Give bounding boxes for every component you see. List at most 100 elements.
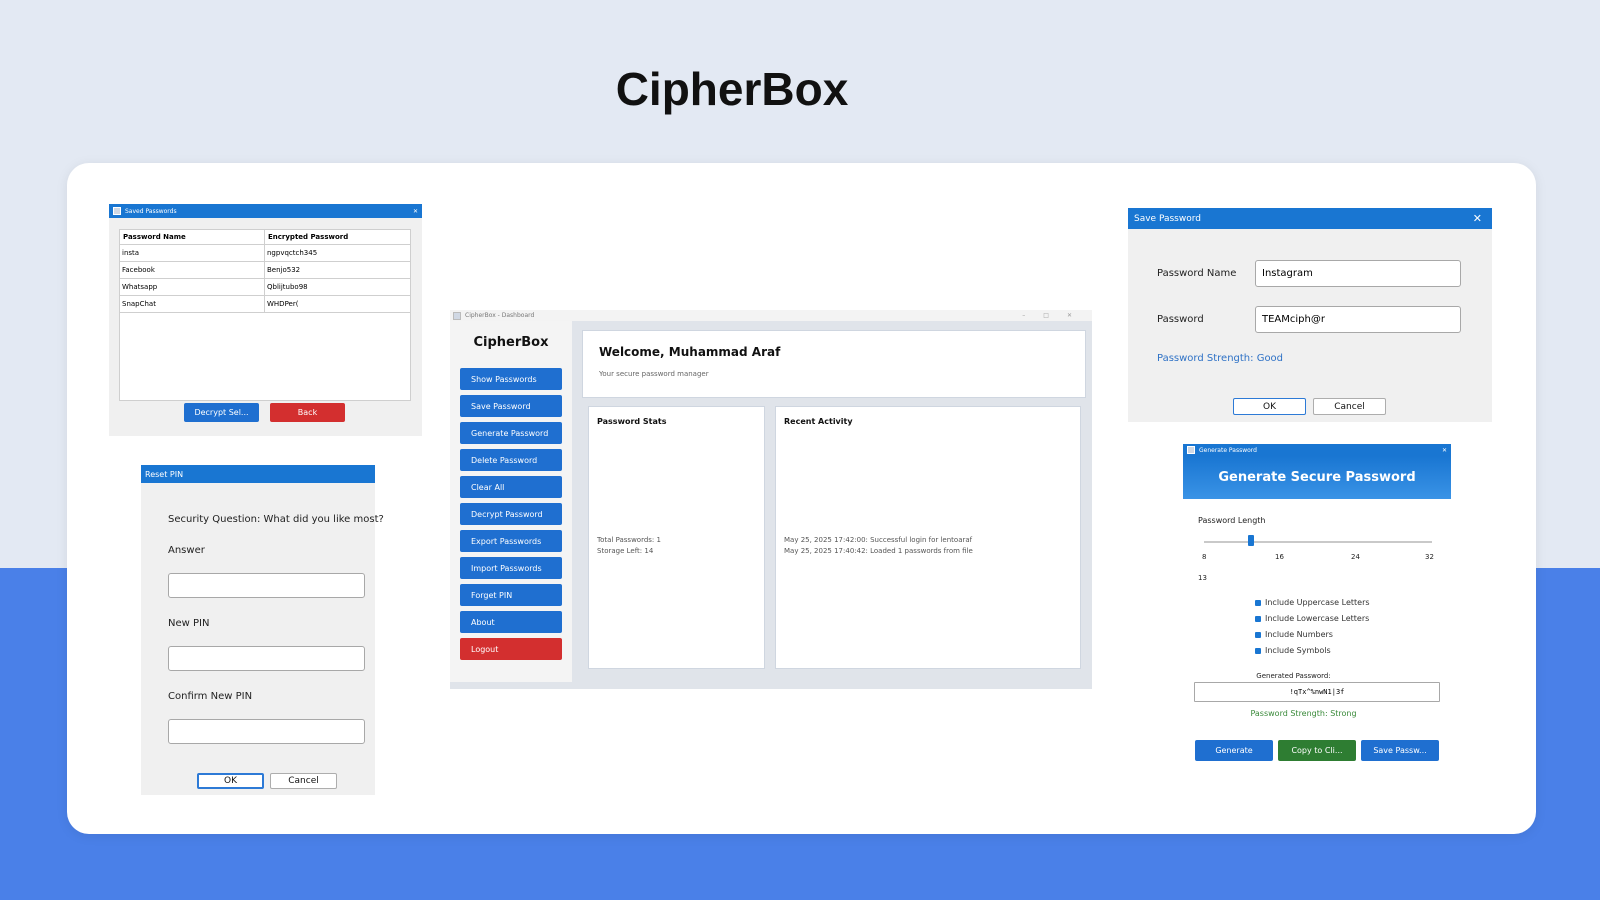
sidebar-item-logout[interactable]: Logout xyxy=(460,638,562,660)
checkbox-checked-icon[interactable] xyxy=(1255,631,1261,638)
option-lowercase[interactable]: Include Lowercase Letters xyxy=(1255,614,1369,623)
length-slider-track[interactable] xyxy=(1204,541,1432,543)
welcome-subtitle: Your secure password manager xyxy=(599,370,709,378)
table-row[interactable]: Facebook Benjo532 xyxy=(119,261,411,279)
sidebar-item-decrypt-password[interactable]: Decrypt Password xyxy=(460,503,562,525)
table-row[interactable]: insta ngpvqctch345 xyxy=(119,244,411,262)
cancel-button[interactable]: Cancel xyxy=(1313,398,1386,415)
password-strength: Password Strength: Good xyxy=(1157,353,1284,364)
checkbox-checked-icon[interactable] xyxy=(1255,599,1261,606)
ok-button[interactable]: OK xyxy=(197,773,264,789)
option-numbers[interactable]: Include Numbers xyxy=(1255,630,1333,639)
password-stats-panel: Password Stats Total Passwords: 1 Storag… xyxy=(588,406,765,669)
slider-tick-label: 16 xyxy=(1275,553,1284,561)
generate-button[interactable]: Generate xyxy=(1195,740,1273,761)
save-password-window: Save Password ✕ Password Name Instagram … xyxy=(1128,208,1492,422)
option-label: Include Numbers xyxy=(1265,630,1333,639)
reset-window-title: Reset PIN xyxy=(145,469,184,479)
generated-strength: Password Strength: Strong xyxy=(1250,709,1357,718)
row-name: insta xyxy=(119,244,265,262)
copy-to-clipboard-button[interactable]: Copy to Cli... xyxy=(1278,740,1356,761)
password-name-field[interactable]: Instagram xyxy=(1255,260,1461,287)
row-encrypted: ngpvqctch345 xyxy=(264,244,411,262)
saved-window-title: Saved Passwords xyxy=(125,207,177,215)
close-icon[interactable]: ✕ xyxy=(1473,212,1488,225)
app-icon xyxy=(453,311,461,320)
recent-activity-panel: Recent Activity May 25, 2025 17:42:00: S… xyxy=(775,406,1081,669)
dashboard-window: CipherBox - Dashboard –□✕ CipherBox Show… xyxy=(450,310,1092,689)
row-encrypted: WHDPer( xyxy=(264,295,411,313)
save-password-button[interactable]: Save Passw... xyxy=(1361,740,1439,761)
length-label: Password Length xyxy=(1198,516,1266,525)
decrypt-selected-button[interactable]: Decrypt Sel... xyxy=(184,403,259,422)
length-slider-thumb[interactable] xyxy=(1248,535,1255,546)
security-question: Security Question: What did you like mos… xyxy=(168,514,384,525)
password-name-label: Password Name xyxy=(1157,268,1237,279)
slider-tick-label: 24 xyxy=(1351,553,1360,561)
sidebar-item-export-passwords[interactable]: Export Passwords xyxy=(460,530,562,552)
row-name: SnapChat xyxy=(119,295,265,313)
reset-titlebar: Reset PIN xyxy=(141,465,375,483)
new-pin-field[interactable] xyxy=(168,646,365,671)
checkbox-checked-icon[interactable] xyxy=(1255,647,1261,654)
window-controls[interactable]: –□✕ xyxy=(1022,312,1092,319)
checkbox-checked-icon[interactable] xyxy=(1255,615,1261,622)
generate-titlebar: Generate Password ✕ xyxy=(1183,444,1451,456)
new-pin-label: New PIN xyxy=(168,618,210,629)
cancel-button[interactable]: Cancel xyxy=(270,773,337,789)
generate-password-window: Generate Password ✕ Generate Secure Pass… xyxy=(1183,444,1451,774)
confirm-pin-field[interactable] xyxy=(168,719,365,744)
close-icon[interactable]: ✕ xyxy=(1442,447,1447,454)
option-symbols[interactable]: Include Symbols xyxy=(1255,646,1331,655)
dashboard-titlebar: CipherBox - Dashboard –□✕ xyxy=(450,310,1092,321)
ok-button[interactable]: OK xyxy=(1233,398,1306,415)
dashboard-window-title: CipherBox - Dashboard xyxy=(465,312,535,319)
welcome-panel: Welcome, Muhammad Araf Your secure passw… xyxy=(582,330,1086,398)
saved-titlebar: Saved Passwords ✕ xyxy=(109,204,422,218)
sidebar-item-clear-all[interactable]: Clear All xyxy=(460,476,562,498)
option-uppercase[interactable]: Include Uppercase Letters xyxy=(1255,598,1370,607)
generate-header: Generate Secure Password xyxy=(1183,456,1451,499)
sidebar-item-generate-password[interactable]: Generate Password xyxy=(460,422,562,444)
generated-password-field[interactable]: !qTx^%nwN1|3f xyxy=(1194,682,1440,702)
row-encrypted: Qblijtubo98 xyxy=(264,278,411,296)
row-name: Whatsapp xyxy=(119,278,265,296)
option-label: Include Uppercase Letters xyxy=(1265,598,1370,607)
generated-label: Generated Password: xyxy=(1256,672,1331,680)
sidebar-item-forget-pin[interactable]: Forget PIN xyxy=(460,584,562,606)
slider-tick-label: 8 xyxy=(1202,553,1207,561)
password-label: Password xyxy=(1157,314,1204,325)
back-button[interactable]: Back xyxy=(270,403,345,422)
confirm-pin-label: Confirm New PIN xyxy=(168,691,253,702)
generate-window-title: Generate Password xyxy=(1199,446,1257,454)
option-label: Include Lowercase Letters xyxy=(1265,614,1370,623)
sidebar-item-about[interactable]: About xyxy=(460,611,562,633)
close-icon[interactable]: ✕ xyxy=(413,208,418,215)
sidebar-item-save-password[interactable]: Save Password xyxy=(460,395,562,417)
activity-entry: May 25, 2025 17:40:42: Loaded 1 password… xyxy=(784,547,973,555)
option-label: Include Symbols xyxy=(1265,646,1331,655)
reset-pin-window: Reset PIN Security Question: What did yo… xyxy=(141,465,384,795)
page-title: CipherBox xyxy=(615,63,849,115)
saved-passwords-window: Saved Passwords ✕ Password Name Encrypte… xyxy=(109,204,422,436)
activity-entry: May 25, 2025 17:42:00: Successful login … xyxy=(784,536,973,544)
answer-label: Answer xyxy=(168,545,205,556)
sidebar-item-delete-password[interactable]: Delete Password xyxy=(460,449,562,471)
welcome-heading: Welcome, Muhammad Araf xyxy=(599,345,781,359)
password-field[interactable]: TEAMciph@r xyxy=(1255,306,1461,333)
passwords-table: Password Name Encrypted Password insta n… xyxy=(119,229,411,313)
table-row[interactable]: SnapChat WHDPer( xyxy=(119,295,411,313)
activity-title: Recent Activity xyxy=(784,417,853,426)
answer-field[interactable] xyxy=(168,573,365,598)
slider-tick-label: 32 xyxy=(1425,553,1434,561)
app-icon xyxy=(1187,446,1195,454)
row-name: Facebook xyxy=(119,261,265,279)
sidebar-item-import-passwords[interactable]: Import Passwords xyxy=(460,557,562,579)
sidebar: CipherBox Show Passwords Save Password G… xyxy=(450,321,572,682)
storage-left: Storage Left: 14 xyxy=(597,547,654,555)
length-value: 13 xyxy=(1198,574,1207,582)
stats-title: Password Stats xyxy=(597,417,667,426)
table-row[interactable]: Whatsapp Qblijtubo98 xyxy=(119,278,411,296)
column-header-name: Password Name xyxy=(119,229,265,245)
sidebar-item-show-passwords[interactable]: Show Passwords xyxy=(460,368,562,390)
